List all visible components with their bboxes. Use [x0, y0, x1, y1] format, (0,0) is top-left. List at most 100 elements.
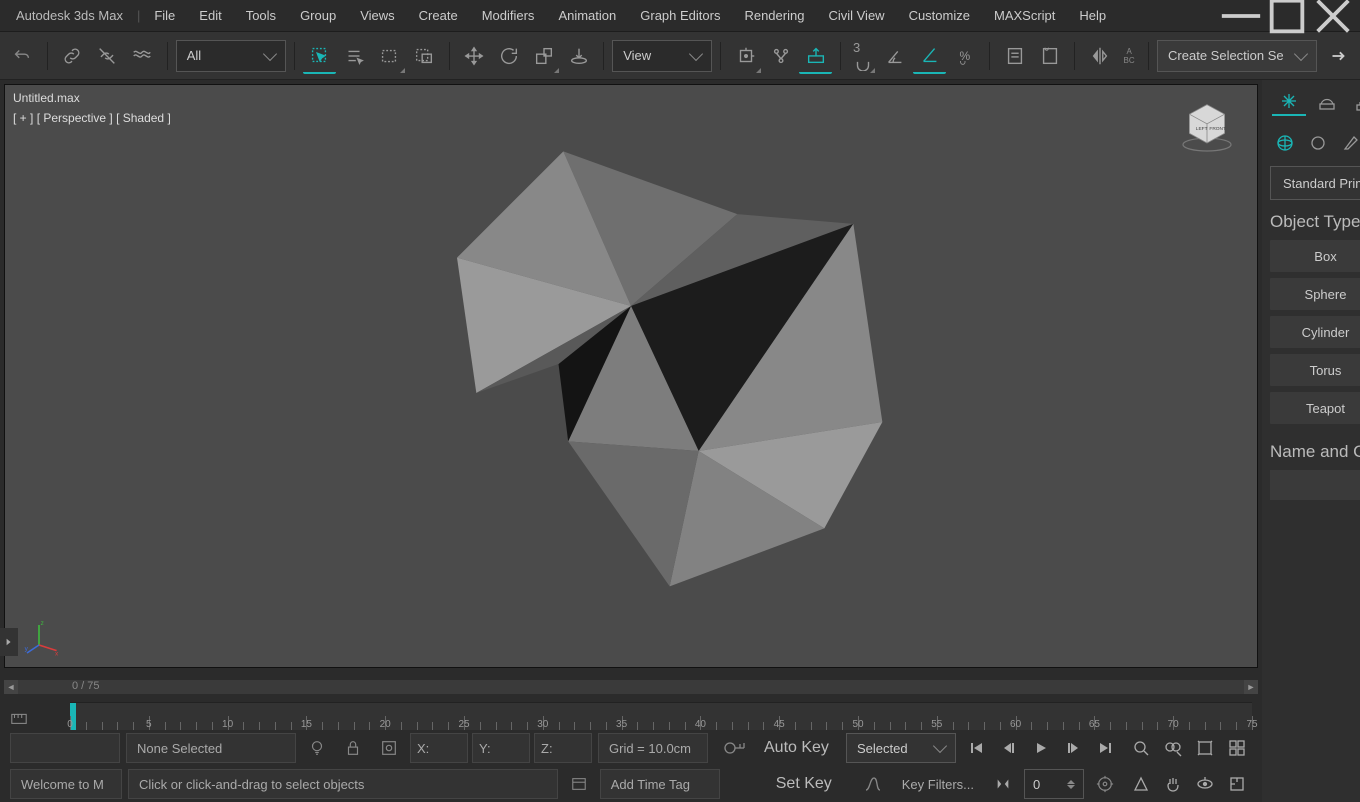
autokey-label[interactable]: Auto Key	[760, 739, 840, 757]
toolbar-overflow-button[interactable]	[1321, 38, 1354, 74]
perspective-viewport[interactable]: Untitled.max [ + ] [ Perspective ] [ Sha…	[4, 84, 1258, 668]
snap-toggle[interactable]: 3	[849, 38, 876, 74]
lock-icon[interactable]	[338, 733, 368, 763]
setkey-curve-icon[interactable]	[858, 769, 888, 799]
coord-z[interactable]: Z:	[534, 733, 592, 763]
goto-end-button[interactable]	[1090, 733, 1120, 763]
named-selection-dropdown[interactable]: Create Selection Se	[1157, 40, 1317, 72]
viewcube[interactable]: LEFT FRONT	[1175, 95, 1239, 159]
menu-group[interactable]: Group	[288, 2, 348, 29]
coord-y[interactable]: Y:	[472, 733, 530, 763]
prev-frame-button[interactable]	[994, 733, 1024, 763]
mirror-button[interactable]	[1083, 38, 1116, 74]
current-frame-spinner[interactable]: 0	[1024, 769, 1084, 799]
maximize-viewport-icon[interactable]	[1222, 769, 1252, 799]
primitive-category-dropdown[interactable]: Standard Primitives	[1270, 166, 1360, 200]
lightbulb-icon[interactable]	[302, 733, 332, 763]
menu-views[interactable]: Views	[348, 2, 406, 29]
box-button[interactable]: Box	[1270, 240, 1360, 272]
keyfilters-label[interactable]: Key Filters...	[894, 777, 982, 792]
zoom-icon[interactable]	[1126, 733, 1156, 763]
undo-button[interactable]	[6, 38, 39, 74]
pan-icon[interactable]	[1158, 769, 1188, 799]
hierarchy-tab[interactable]	[1348, 88, 1360, 116]
menu-create[interactable]: Create	[407, 2, 470, 29]
rotate-button[interactable]	[492, 38, 525, 74]
window-crossing-button[interactable]	[408, 38, 441, 74]
window-maximize-button[interactable]	[1264, 0, 1310, 32]
percent-snap-toggle[interactable]	[913, 38, 946, 74]
key-mode-dropdown[interactable]: Selected	[846, 733, 956, 763]
timeline-scroll-left[interactable]: ◄	[4, 680, 18, 694]
create-tab[interactable]	[1272, 88, 1306, 116]
zoom-all-icon[interactable]	[1158, 733, 1188, 763]
selection-filter-dropdown[interactable]: All	[176, 40, 286, 72]
edit-named-sel-button[interactable]	[998, 38, 1031, 74]
keyboard-shortcut-toggle[interactable]	[799, 38, 832, 74]
viewport-labels[interactable]: [ + ] [ Perspective ] [ Shaded ]	[13, 111, 171, 125]
window-minimize-button[interactable]	[1218, 0, 1264, 32]
named-sel-sets-button[interactable]	[1033, 38, 1066, 74]
menu-maxscript[interactable]: MAXScript	[982, 2, 1067, 29]
teapot-button[interactable]: Teapot	[1270, 392, 1360, 424]
time-config-icon[interactable]	[4, 706, 34, 730]
menu-customize[interactable]: Customize	[897, 2, 982, 29]
modify-tab[interactable]	[1310, 88, 1344, 116]
sphere-button[interactable]: Sphere	[1270, 278, 1360, 310]
bind-spacewarp-button[interactable]	[126, 38, 159, 74]
lights-tab[interactable]	[1336, 130, 1360, 156]
window-close-button[interactable]	[1310, 0, 1356, 32]
unlink-button[interactable]	[91, 38, 124, 74]
select-by-name-button[interactable]	[338, 38, 371, 74]
ref-coord-dropdown[interactable]: View	[612, 40, 712, 72]
abc-label-button[interactable]: ABC	[1118, 38, 1140, 74]
play-button[interactable]	[1026, 733, 1056, 763]
script-listener-box[interactable]	[10, 733, 120, 763]
script-editor-icon[interactable]	[564, 769, 594, 799]
scale-button[interactable]	[527, 38, 560, 74]
link-button[interactable]	[56, 38, 89, 74]
timeline-track[interactable]: 0 / 75	[18, 680, 1244, 694]
pivot-center-button[interactable]	[729, 38, 762, 74]
time-tag-box[interactable]: Add Time Tag	[600, 769, 720, 799]
timeline-scroll-right[interactable]: ►	[1244, 680, 1258, 694]
autokey-key-icon[interactable]	[714, 731, 754, 765]
spinner-snap-toggle[interactable]: %	[948, 38, 981, 74]
fov-icon[interactable]	[1126, 769, 1156, 799]
expand-track-button[interactable]	[0, 628, 18, 656]
setkey-label[interactable]: Set Key	[772, 775, 852, 793]
torus-button[interactable]: Torus	[1270, 354, 1360, 386]
menu-help[interactable]: Help	[1067, 2, 1118, 29]
zoom-extents-icon[interactable]	[1190, 733, 1220, 763]
menu-file[interactable]: File	[142, 2, 187, 29]
menu-modifiers[interactable]: Modifiers	[470, 2, 547, 29]
placement-button[interactable]	[562, 38, 595, 74]
key-step-icon[interactable]	[988, 769, 1018, 799]
angle-snap-toggle[interactable]	[878, 38, 911, 74]
viewport-view-label[interactable]: [ Perspective ]	[37, 111, 113, 125]
move-button[interactable]	[457, 38, 490, 74]
spinner-arrows-icon[interactable]	[1067, 780, 1075, 789]
isolate-selection-icon[interactable]	[374, 733, 404, 763]
welcome-box[interactable]: Welcome to M	[10, 769, 122, 799]
orbit-icon[interactable]	[1190, 769, 1220, 799]
time-config-button[interactable]	[1090, 769, 1120, 799]
menu-graph-editors[interactable]: Graph Editors	[628, 2, 732, 29]
coord-x[interactable]: X:	[410, 733, 468, 763]
menu-civil-view[interactable]: Civil View	[816, 2, 896, 29]
menu-tools[interactable]: Tools	[234, 2, 288, 29]
manipulate-button[interactable]	[764, 38, 797, 74]
zoom-extents-all-icon[interactable]	[1222, 733, 1252, 763]
time-ruler[interactable]: 051015202530354045505560657075	[70, 702, 1252, 730]
cylinder-button[interactable]: Cylinder	[1270, 316, 1360, 348]
menu-edit[interactable]: Edit	[187, 2, 233, 29]
menu-animation[interactable]: Animation	[546, 2, 628, 29]
select-object-button[interactable]	[303, 38, 336, 74]
object-name-field[interactable]	[1270, 470, 1360, 500]
menu-rendering[interactable]: Rendering	[732, 2, 816, 29]
timeline-scrollbar[interactable]: ◄ 0 / 75 ►	[4, 672, 1258, 702]
viewport-plus-label[interactable]: [ + ]	[13, 111, 33, 125]
geometry-tab[interactable]	[1270, 130, 1300, 156]
viewport-shade-label[interactable]: [ Shaded ]	[116, 111, 171, 125]
select-region-button[interactable]	[373, 38, 406, 74]
